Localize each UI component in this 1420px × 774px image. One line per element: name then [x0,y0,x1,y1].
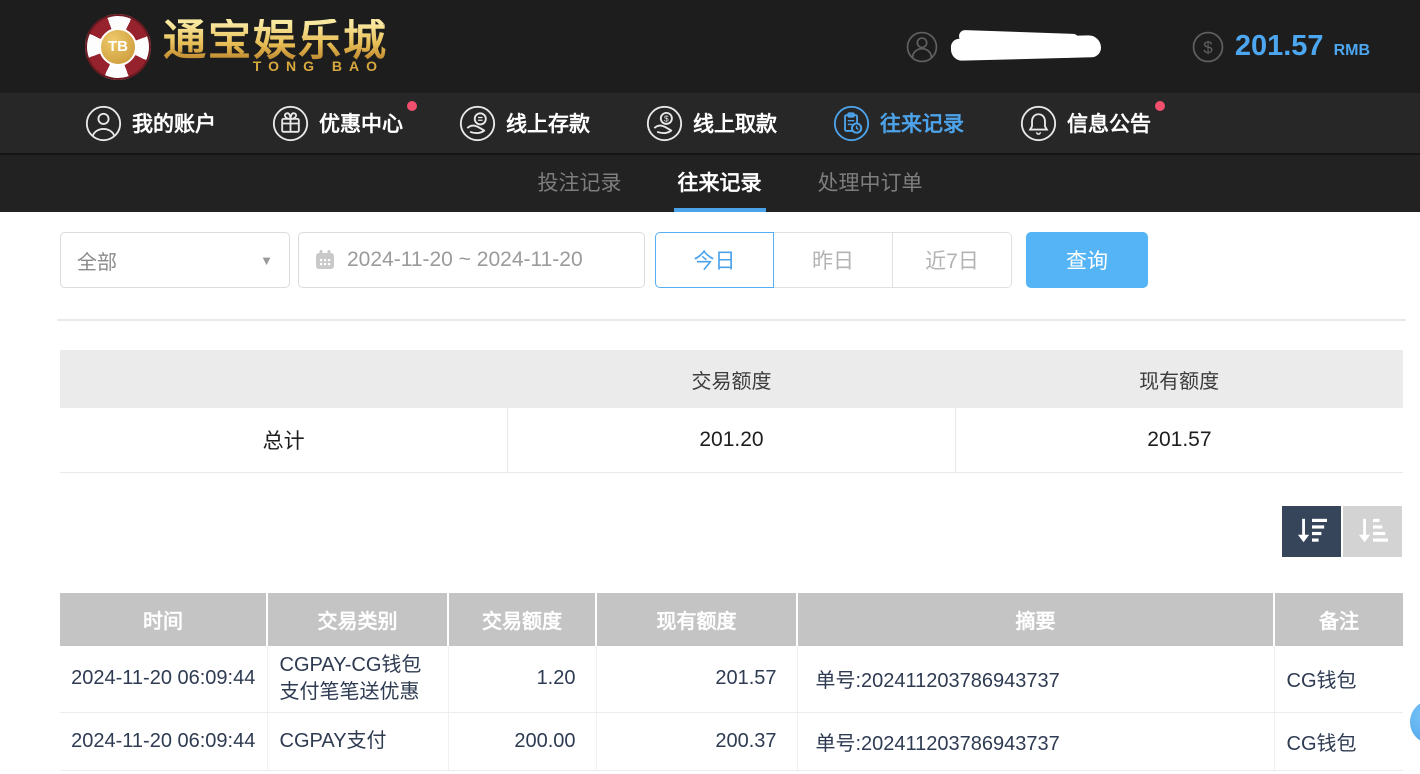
balance-amount: 201.57 [1234,29,1324,62]
chip-monogram: TB [99,27,137,66]
cell-time: 2024-11-20 06:09:44 [60,712,267,771]
quick-range-group: 今日 昨日 近7日 [655,232,1012,288]
cell-type: CGPAY-CG钱包支付笔笔送优惠 [266,645,448,713]
balance-currency: RMB [1333,41,1370,59]
range-yesterday-button[interactable]: 昨日 [774,232,893,288]
summary-header-empty [60,350,508,408]
balance-display[interactable]: $ 201.57 RMB [1191,30,1370,64]
cell-note: CG钱包 [1273,645,1403,713]
nav-label: 线上存款 [506,113,590,136]
sub-tabbar: 投注记录 往来记录 处理中订单 [0,155,1420,212]
query-button[interactable]: 查询 [1026,232,1148,288]
nav-label: 线上取款 [693,113,777,136]
nav-item-my-account[interactable]: 我的账户 [85,105,216,142]
cell-time: 2024-11-20 06:09:44 [60,645,267,713]
sort-ascending-button[interactable] [1343,505,1402,557]
nav-label: 往来记录 [880,113,964,136]
user-icon [85,105,122,141]
sort-ascending-icon [1358,518,1388,543]
nav-label: 信息公告 [1067,113,1151,136]
cell-summary: 单号:202411203786943737 [796,645,1274,713]
table-row: 2024-11-20 06:09:44 CGPAY支付 200.00 200.3… [60,712,1403,771]
svg-text:$: $ [664,113,669,123]
summary-header-row: 交易额度 现有额度 [60,350,1403,408]
records-header-row: 时间 交易类别 交易额度 现有额度 摘要 备注 [60,592,1403,646]
nav-label: 优惠中心 [319,113,403,136]
col-header-type: 交易类别 [266,592,448,646]
nav-item-withdraw[interactable]: $ 线上取款 [646,105,777,142]
bell-icon [1020,105,1057,141]
tab-transaction-records[interactable]: 往来记录 [673,155,766,212]
section-divider [57,319,1406,321]
deposit-hand-coin-icon [459,105,496,141]
content-area: 全部 ▼ 2024-11-20 ~ 2024-11-20 今日 昨日 近7日 查… [0,212,1420,771]
main-navbar: 我的账户 优惠中心 线上存款 $ 线上取款 往来记录 信息公告 [0,93,1420,155]
col-header-time: 时间 [60,592,267,646]
notification-dot [407,100,417,111]
sort-descending-button[interactable] [1282,505,1341,557]
cell-note: CG钱包 [1273,712,1403,771]
records-table: 时间 交易类别 交易额度 现有额度 摘要 备注 2024-11-20 06:09… [60,592,1403,771]
svg-text:$: $ [1203,37,1213,56]
col-header-summary: 摘要 [796,592,1274,646]
cell-balance: 201.57 [595,645,797,713]
table-row: 2024-11-20 06:09:44 CGPAY-CG钱包支付笔笔送优惠 1.… [60,645,1403,713]
gift-icon [272,105,309,141]
nav-item-announcements[interactable]: 信息公告 [1020,100,1165,142]
date-range-input[interactable]: 2024-11-20 ~ 2024-11-20 [298,232,645,288]
logo-text: 通宝娱乐城 TONG BAO [163,18,388,75]
calendar-icon [316,250,334,269]
summary-current-amount: 201.57 [954,408,1403,473]
withdraw-hand-coin-icon: $ [646,105,683,141]
nav-item-deposit[interactable]: 线上存款 [459,105,590,142]
chevron-down-icon: ▼ [260,252,273,268]
user-avatar-icon [906,31,938,62]
records-clipboard-clock-icon [833,105,870,141]
header-right: $ 201.57 RMB [905,0,1370,93]
site-logo[interactable]: TB 通宝娱乐城 TONG BAO [85,13,388,80]
user-account[interactable] [905,29,1102,64]
col-header-note: 备注 [1273,592,1403,646]
top-header: TB 通宝娱乐城 TONG BAO $ 201.57 RMB [0,0,1420,93]
logo-title-en: TONG BAO [252,58,384,75]
sort-descending-icon [1297,518,1327,543]
notification-dot [1155,100,1165,111]
casino-chip-icon: TB [85,13,151,80]
nav-item-promotions[interactable]: 优惠中心 [272,100,417,142]
type-select[interactable]: 全部 ▼ [60,232,290,288]
summary-total-label: 总计 [60,408,508,473]
masked-username [950,29,1102,64]
summary-header-current-amount: 现有额度 [955,350,1403,408]
summary-table: 交易额度 现有额度 总计 201.20 201.57 [60,350,1403,473]
col-header-amount: 交易额度 [447,592,596,646]
tab-pending-orders[interactable]: 处理中订单 [814,155,927,212]
range-today-button[interactable]: 今日 [655,232,774,288]
tab-betting-records[interactable]: 投注记录 [534,155,626,212]
cell-type: CGPAY支付 [266,712,448,771]
cell-amount: 1.20 [447,645,596,713]
dollar-coin-icon: $ [1192,31,1224,62]
cell-balance: 200.37 [595,712,797,771]
filter-row: 全部 ▼ 2024-11-20 ~ 2024-11-20 今日 昨日 近7日 查… [60,232,1420,288]
range-last7days-button[interactable]: 近7日 [893,232,1012,288]
nav-item-transaction-records[interactable]: 往来记录 [833,105,964,142]
col-header-balance: 现有额度 [595,592,797,646]
summary-header-transaction-amount: 交易额度 [507,350,956,408]
sort-controls [60,505,1402,557]
summary-total-row: 总计 201.20 201.57 [60,408,1403,473]
cell-summary: 单号:202411203786943737 [796,712,1274,771]
summary-transaction-amount: 201.20 [507,408,956,473]
cell-amount: 200.00 [447,712,596,771]
type-select-value: 全部 [77,251,117,274]
nav-label: 我的账户 [132,113,216,136]
date-range-value: 2024-11-20 ~ 2024-11-20 [347,248,583,271]
